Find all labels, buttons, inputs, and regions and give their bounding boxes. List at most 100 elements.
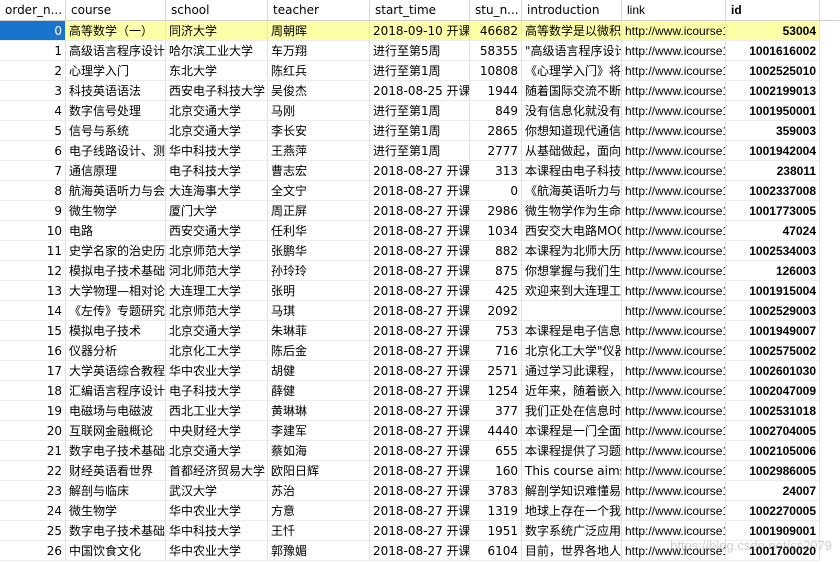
table-row[interactable]: 16 仪器分析 北京化工大学 陈后金 2018-08-27 开课 716 北京化工大学"仪器… <box>0 341 840 361</box>
school-cell[interactable]: 华中科技大学 <box>166 521 268 541</box>
introduction-cell[interactable]: 目前，世界各地人 <box>522 541 622 561</box>
school-cell[interactable]: 北京交通大学 <box>166 121 268 141</box>
teacher-cell[interactable]: 全文宁 <box>268 181 370 201</box>
table-row[interactable]: 22 财经英语看世界 首都经济贸易大学 欧阳日辉 2018-08-27 开课 160 Thi… <box>0 461 840 481</box>
id-cell[interactable]: 1001773005 <box>726 201 820 221</box>
column-header-course[interactable]: course <box>66 0 166 20</box>
school-cell[interactable]: 北京交通大学 <box>166 441 268 461</box>
table-row[interactable]: 0 高等数学（一） 同济大学 周朝晖 2018-09-10 开课 46682 高等数学是以微… <box>0 21 840 41</box>
link-cell[interactable]: http://www.icourse163.org <box>622 241 726 261</box>
table-row[interactable]: 17 大学英语综合教程 华中农业大学 胡健 2018-08-27 开课 2571 通过学习此… <box>0 361 840 381</box>
introduction-cell[interactable]: 北京化工大学"仪器 <box>522 341 622 361</box>
id-cell[interactable]: 1002525010 <box>726 61 820 81</box>
introduction-cell[interactable]: 《心理学入门》将 <box>522 61 622 81</box>
column-header-teacher[interactable]: teacher <box>268 0 370 20</box>
introduction-cell[interactable]: 《航海英语听力与 <box>522 181 622 201</box>
student-number-cell[interactable]: 2777 <box>470 141 522 161</box>
teacher-cell[interactable]: 张鹏华 <box>268 241 370 261</box>
order-number-cell[interactable]: 3 <box>0 81 66 101</box>
order-number-cell[interactable]: 15 <box>0 321 66 341</box>
order-number-cell[interactable]: 22 <box>0 461 66 481</box>
order-number-cell[interactable]: 13 <box>0 281 66 301</box>
table-row[interactable]: 19 电磁场与电磁波 西北工业大学 黄琳琳 2018-08-27 开课 377 我们正处在信… <box>0 401 840 421</box>
id-cell[interactable]: 1002704005 <box>726 421 820 441</box>
order-number-cell[interactable]: 20 <box>0 421 66 441</box>
school-cell[interactable]: 东北大学 <box>166 61 268 81</box>
column-header-order-number[interactable]: order_n... <box>0 0 66 20</box>
introduction-cell[interactable]: 本课程为北师大历 <box>522 241 622 261</box>
id-cell[interactable]: 1001942004 <box>726 141 820 161</box>
link-cell[interactable]: http://www.icourse163.org <box>622 261 726 281</box>
introduction-cell[interactable]: 从基础做起，面向 <box>522 141 622 161</box>
table-row[interactable]: 10电路西安交通大学任利华2018-08-27 开课1034西安交大电路MOOC… <box>0 221 840 241</box>
course-cell[interactable]: 科技英语语法 <box>66 81 166 101</box>
start-time-cell[interactable]: 2018-08-27 开课 <box>370 441 470 461</box>
school-cell[interactable]: 北京交通大学 <box>166 101 268 121</box>
table-row[interactable]: 15 模拟电子技术 北京交通大学 朱琳菲 2018-08-27 开课 753 本课程是电子信… <box>0 321 840 341</box>
course-cell[interactable]: 微生物学 <box>66 501 166 521</box>
course-cell[interactable]: 电磁场与电磁波 <box>66 401 166 421</box>
teacher-cell[interactable]: 李建军 <box>268 421 370 441</box>
link-cell[interactable]: http://www.icourse163.org <box>622 461 726 481</box>
id-cell[interactable]: 1001915004 <box>726 281 820 301</box>
introduction-cell[interactable]: 高等数学是以微积分 <box>522 21 622 41</box>
introduction-cell[interactable]: 通过学习此课程， <box>522 361 622 381</box>
table-row[interactable]: 24 微生物学 华中农业大学 方意 2018-08-27 开课 1319 地球上存在一个我 h… <box>0 501 840 521</box>
order-number-cell[interactable]: 26 <box>0 541 66 561</box>
introduction-cell[interactable]: 微生物学作为生命 <box>522 201 622 221</box>
start-time-cell[interactable]: 2018-08-27 开课 <box>370 381 470 401</box>
start-time-cell[interactable]: 2018-08-25 开课 <box>370 81 470 101</box>
school-cell[interactable]: 中央财经大学 <box>166 421 268 441</box>
table-row[interactable]: 14 《左传》专题研究 北京师范大学 马琪 2018-08-27 开课 2092 http:… <box>0 301 840 321</box>
order-number-cell[interactable]: 14 <box>0 301 66 321</box>
order-number-cell[interactable]: 8 <box>0 181 66 201</box>
id-cell[interactable]: 1001950001 <box>726 101 820 121</box>
school-cell[interactable]: 西安电子科技大学 <box>166 81 268 101</box>
introduction-cell[interactable]: 解剖学知识难懂易 <box>522 481 622 501</box>
student-number-cell[interactable]: 1951 <box>470 521 522 541</box>
teacher-cell[interactable]: 王忏 <box>268 521 370 541</box>
order-number-cell[interactable]: 18 <box>0 381 66 401</box>
course-cell[interactable]: 大学英语综合教程 <box>66 361 166 381</box>
teacher-cell[interactable]: 马琪 <box>268 301 370 321</box>
table-row[interactable]: 8 航海英语听力与会 大连海事大学 全文宁 2018-08-27 开课 0 《航海英语听力与… <box>0 181 840 201</box>
table-row[interactable]: 11 史学名家的治史历 北京师范大学 张鹏华 2018-08-27 开课 882 本课程为北… <box>0 241 840 261</box>
teacher-cell[interactable]: 吴俊杰 <box>268 81 370 101</box>
table-row[interactable]: 6 电子线路设计、测 华中科技大学 王燕萍 进行至第1周 2777 从基础做起，面向 http… <box>0 141 840 161</box>
course-cell[interactable]: 互联网金融概论 <box>66 421 166 441</box>
course-cell[interactable]: 模拟电子技术基础 <box>66 261 166 281</box>
teacher-cell[interactable]: 黄琳琳 <box>268 401 370 421</box>
table-row[interactable]: 9 微生物学 厦门大学 周正屏 2018-08-27 开课 2986 微生物学作为生命 htt… <box>0 201 840 221</box>
teacher-cell[interactable]: 薛健 <box>268 381 370 401</box>
id-cell[interactable]: 126003 <box>726 261 820 281</box>
course-cell[interactable]: 微生物学 <box>66 201 166 221</box>
id-cell[interactable]: 359003 <box>726 121 820 141</box>
course-cell[interactable]: 电路 <box>66 221 166 241</box>
start-time-cell[interactable]: 2018-08-27 开课 <box>370 481 470 501</box>
course-cell[interactable]: 解剖与临床 <box>66 481 166 501</box>
school-cell[interactable]: 西北工业大学 <box>166 401 268 421</box>
order-number-cell[interactable]: 7 <box>0 161 66 181</box>
student-number-cell[interactable]: 2571 <box>470 361 522 381</box>
table-row[interactable]: 5 信号与系统 北京交通大学 李长安 进行至第1周 2865 你想知道现代通信 http://… <box>0 121 840 141</box>
id-cell[interactable]: 1002337008 <box>726 181 820 201</box>
link-cell[interactable]: http://www.icourse163.org <box>622 421 726 441</box>
school-cell[interactable]: 武汉大学 <box>166 481 268 501</box>
table-row[interactable]: 13大学物理—相对论、大连理工大学张明2018-08-27 开课425欢迎来到大… <box>0 281 840 301</box>
column-header-introduction[interactable]: introduction <box>522 0 622 20</box>
order-number-cell[interactable]: 12 <box>0 261 66 281</box>
course-cell[interactable]: 数字电子技术基础 <box>66 441 166 461</box>
id-cell[interactable]: 1002047009 <box>726 381 820 401</box>
introduction-cell[interactable]: 本课程由电子科技 <box>522 161 622 181</box>
link-cell[interactable]: http://www.icourse163.org <box>622 41 726 61</box>
student-number-cell[interactable]: 1944 <box>470 81 522 101</box>
start-time-cell[interactable]: 2018-08-27 开课 <box>370 401 470 421</box>
start-time-cell[interactable]: 进行至第1周 <box>370 101 470 121</box>
id-cell[interactable]: 1002531018 <box>726 401 820 421</box>
student-number-cell[interactable]: 4440 <box>470 421 522 441</box>
introduction-cell[interactable]: 随着国际交流不断 <box>522 81 622 101</box>
school-cell[interactable]: 大连理工大学 <box>166 281 268 301</box>
student-number-cell[interactable]: 2986 <box>470 201 522 221</box>
id-cell[interactable]: 53004 <box>726 21 820 41</box>
id-cell[interactable]: 1002529003 <box>726 301 820 321</box>
